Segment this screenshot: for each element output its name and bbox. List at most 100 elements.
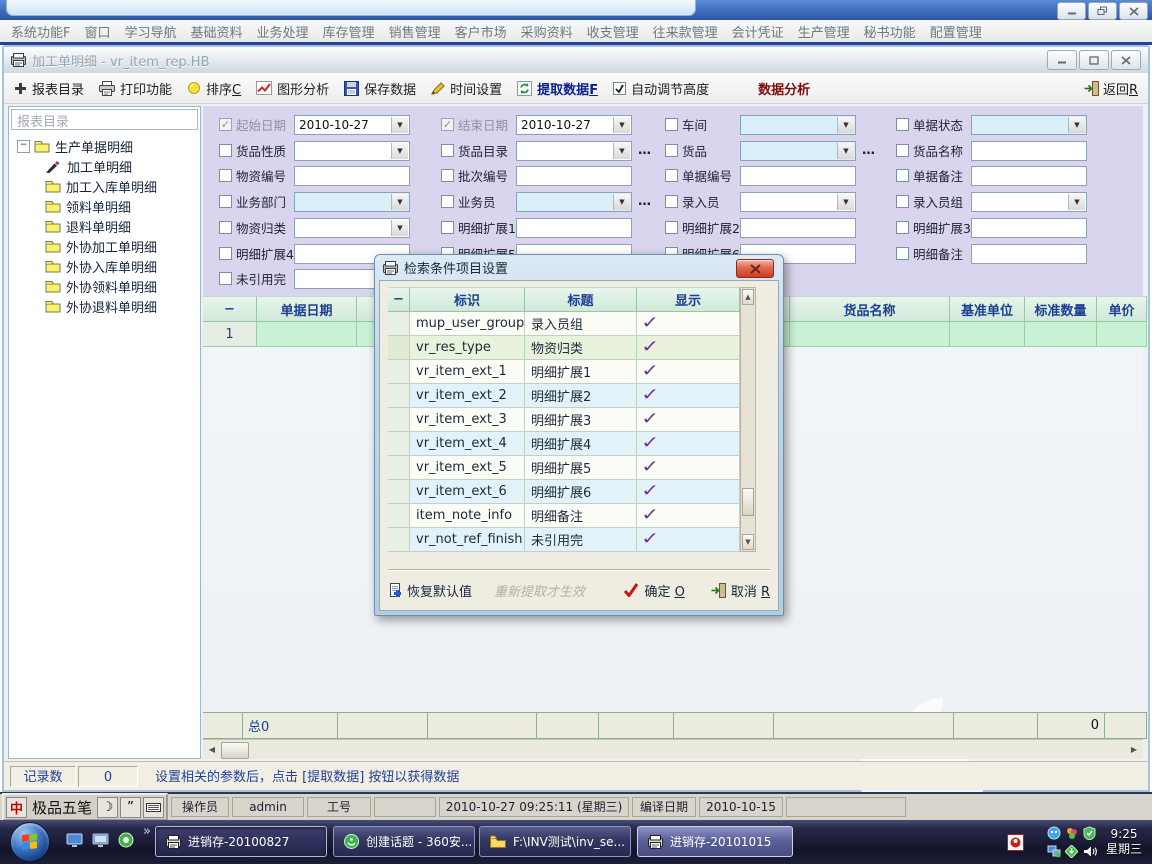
dialog-titlebar[interactable]: 检索条件项目设置 bbox=[375, 255, 783, 280]
dialog-table-row[interactable]: vr_item_ext_5明细扩展5✓ bbox=[388, 456, 740, 480]
row-selector-cell[interactable] bbox=[388, 528, 410, 552]
filter-checkbox[interactable] bbox=[665, 195, 678, 208]
ellipsis-button[interactable]: … bbox=[638, 194, 652, 209]
row-selector-cell[interactable] bbox=[388, 336, 410, 360]
filter-checkbox[interactable] bbox=[219, 195, 232, 208]
ime-punct-icon[interactable]: ” bbox=[120, 797, 141, 818]
dropdown-arrow-icon[interactable]: ▼ bbox=[391, 220, 408, 236]
row-selector-cell[interactable] bbox=[388, 384, 410, 408]
filter-input[interactable] bbox=[516, 218, 632, 238]
tray-network-icon[interactable] bbox=[1046, 843, 1062, 859]
filter-combobox[interactable]: ▼ bbox=[294, 141, 410, 161]
menu-item[interactable]: 客户市场 bbox=[448, 22, 514, 41]
row-selector-cell[interactable] bbox=[388, 432, 410, 456]
dialog-table-row[interactable]: vr_item_ext_3明细扩展3✓ bbox=[388, 408, 740, 432]
return-button[interactable]: 返回R bbox=[1084, 79, 1138, 98]
dropdown-arrow-icon[interactable]: ▼ bbox=[613, 143, 630, 159]
dialog-column-header[interactable]: − bbox=[388, 287, 410, 312]
field-shown-cell[interactable]: ✓ bbox=[637, 432, 740, 456]
window-minimize-button[interactable] bbox=[1047, 50, 1077, 70]
dialog-table-row[interactable]: vr_item_ext_1明细扩展1✓ bbox=[388, 360, 740, 384]
dropdown-arrow-icon[interactable]: ▼ bbox=[391, 194, 408, 210]
field-shown-cell[interactable]: ✓ bbox=[637, 312, 740, 336]
scroll-thumb[interactable] bbox=[221, 742, 249, 759]
filter-checkbox[interactable] bbox=[441, 195, 454, 208]
menu-item[interactable]: 生产管理 bbox=[791, 22, 857, 41]
filter-checkbox[interactable] bbox=[896, 221, 909, 234]
app-minimize-button[interactable] bbox=[1057, 2, 1086, 20]
filter-checkbox[interactable] bbox=[665, 144, 678, 157]
filter-combobox[interactable]: ▼ bbox=[740, 192, 856, 212]
filter-input[interactable] bbox=[294, 166, 410, 186]
data-analysis-button[interactable]: 数据分析 bbox=[758, 79, 810, 98]
window-titlebar[interactable]: 加工单明细 - vr_item_rep.HB bbox=[4, 47, 1148, 74]
filter-combobox[interactable]: ▼ bbox=[740, 141, 856, 161]
filter-combobox[interactable]: ▼ bbox=[516, 141, 632, 161]
filter-input[interactable] bbox=[740, 218, 856, 238]
field-shown-cell[interactable]: ✓ bbox=[637, 336, 740, 360]
tray-color-icon[interactable] bbox=[1064, 825, 1080, 841]
start-button[interactable] bbox=[10, 822, 50, 862]
ime-moon-icon[interactable]: ☽ bbox=[97, 797, 118, 818]
window-close-button[interactable] bbox=[1111, 50, 1141, 70]
scroll-down-icon[interactable]: ▼ bbox=[742, 534, 754, 550]
collapse-icon[interactable]: − bbox=[17, 140, 30, 153]
dialog-column-header[interactable]: 标题 bbox=[525, 287, 637, 312]
menu-item[interactable]: 往来款管理 bbox=[646, 22, 725, 41]
grid-cell[interactable] bbox=[1097, 322, 1147, 347]
ime-toolbar[interactable]: 中 极品五笔 ☽ ” bbox=[2, 793, 168, 821]
sidebar-item-3[interactable]: 领料单明细 bbox=[9, 196, 200, 216]
menu-item[interactable]: 窗口 bbox=[77, 22, 117, 41]
field-shown-cell[interactable]: ✓ bbox=[637, 504, 740, 528]
menu-item[interactable]: 秘书功能 bbox=[857, 22, 923, 41]
field-shown-cell[interactable]: ✓ bbox=[637, 456, 740, 480]
tree-root-item[interactable]: −生产单据明细 bbox=[9, 136, 200, 156]
dropdown-arrow-icon[interactable]: ▼ bbox=[613, 117, 630, 133]
filter-checkbox[interactable]: ✓ bbox=[441, 118, 454, 131]
window-maximize-button[interactable] bbox=[1079, 50, 1109, 70]
auto-height-checkbox[interactable]: 自动调节高度 bbox=[613, 79, 709, 98]
field-shown-cell[interactable]: ✓ bbox=[637, 480, 740, 504]
field-shown-cell[interactable]: ✓ bbox=[637, 408, 740, 432]
dialog-column-header[interactable]: 显示 bbox=[637, 287, 740, 312]
app-close-button[interactable] bbox=[1119, 2, 1148, 20]
filter-checkbox[interactable] bbox=[896, 195, 909, 208]
menu-item[interactable]: 采购资料 bbox=[514, 22, 580, 41]
filter-combobox[interactable]: ▼ bbox=[740, 115, 856, 135]
taskbar-button[interactable]: 进销存-20101015 bbox=[637, 826, 793, 857]
grid-cell[interactable] bbox=[950, 322, 1025, 347]
cancel-button[interactable]: 取消 R bbox=[711, 581, 770, 600]
desktop-icon[interactable] bbox=[92, 833, 109, 848]
tray-app-icon[interactable] bbox=[1007, 834, 1024, 851]
dropdown-arrow-icon[interactable]: ▼ bbox=[1068, 117, 1085, 133]
filter-combobox[interactable]: ▼ bbox=[971, 115, 1087, 135]
dropdown-arrow-icon[interactable]: ▼ bbox=[837, 117, 854, 133]
menu-item[interactable]: 配置管理 bbox=[923, 22, 989, 41]
filter-checkbox[interactable] bbox=[441, 144, 454, 157]
dropdown-arrow-icon[interactable]: ▼ bbox=[1068, 194, 1085, 210]
row-selector-cell[interactable] bbox=[388, 408, 410, 432]
grid-column-header[interactable]: 标准数量 bbox=[1025, 296, 1097, 322]
grid-cell[interactable]: 1 bbox=[203, 322, 257, 347]
filter-input[interactable] bbox=[516, 166, 632, 186]
filter-checkbox[interactable] bbox=[441, 169, 454, 182]
grid-column-header[interactable]: 单价 bbox=[1097, 296, 1147, 322]
filter-checkbox[interactable] bbox=[896, 247, 909, 260]
filter-checkbox[interactable] bbox=[219, 144, 232, 157]
filter-input[interactable] bbox=[971, 141, 1087, 161]
filter-combobox[interactable]: ▼ bbox=[516, 192, 632, 212]
sidebar-item-6[interactable]: 外协入库单明细 bbox=[9, 256, 200, 276]
row-selector-cell[interactable] bbox=[388, 504, 410, 528]
grid-column-header[interactable]: 单据日期 bbox=[257, 296, 357, 322]
sort-button[interactable]: 排序C bbox=[187, 79, 241, 98]
filter-checkbox[interactable] bbox=[896, 118, 909, 131]
menu-item[interactable]: 库存管理 bbox=[316, 22, 382, 41]
row-selector-cell[interactable] bbox=[388, 312, 410, 336]
filter-input[interactable] bbox=[740, 166, 856, 186]
save-data-button[interactable]: 保存数据 bbox=[344, 79, 416, 98]
dialog-table-row[interactable]: vr_not_ref_finish未引用完✓ bbox=[388, 528, 740, 552]
row-selector-cell[interactable] bbox=[388, 480, 410, 504]
scroll-left-icon[interactable]: ◀ bbox=[204, 742, 220, 757]
filter-combobox[interactable]: 2010-10-27▼ bbox=[516, 115, 632, 135]
tray-volume-icon[interactable] bbox=[1082, 843, 1098, 859]
